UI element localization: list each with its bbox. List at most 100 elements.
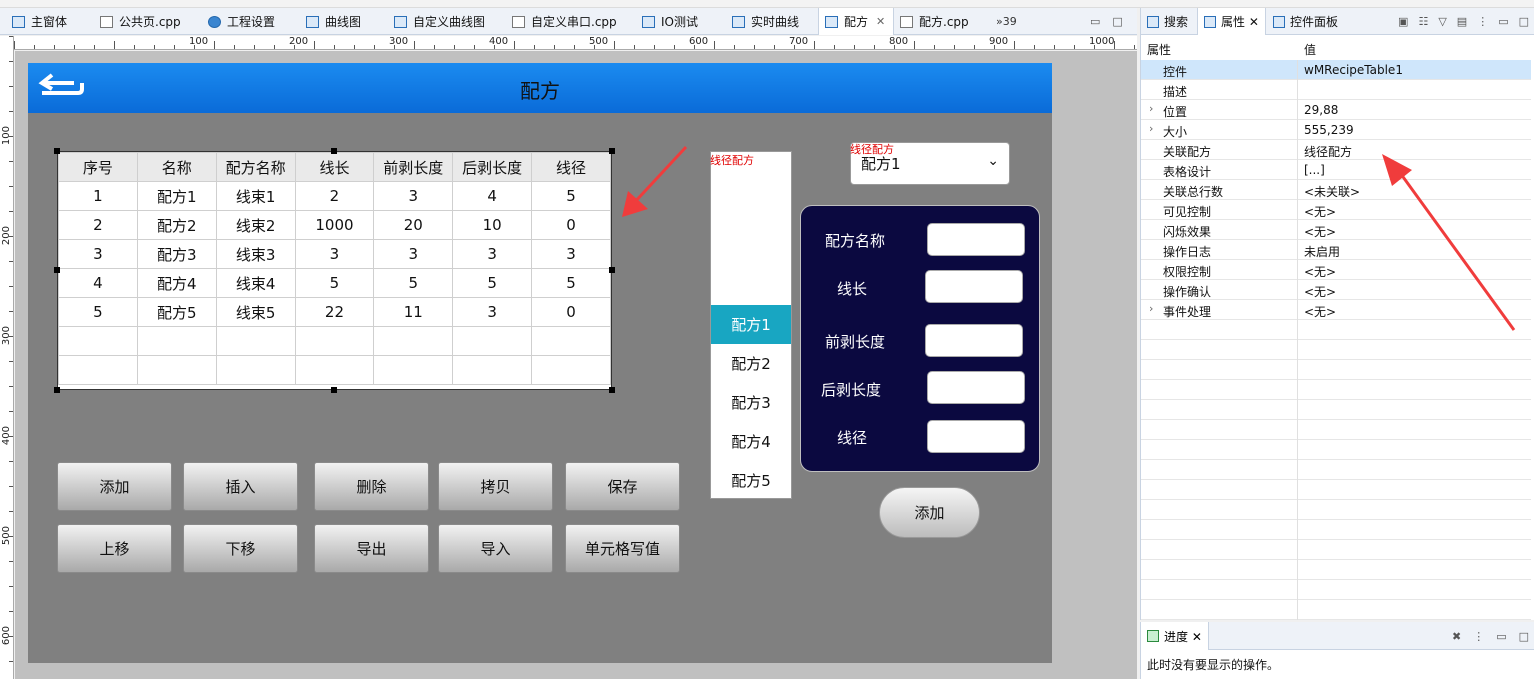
column-header[interactable]: 前剥长度 [373,152,454,182]
table-cell[interactable]: 10 [452,210,533,240]
table-cell[interactable] [136,326,217,356]
table-cell[interactable] [58,326,138,356]
property-value[interactable]: <无> [1304,303,1336,320]
property-row[interactable]: 控件 wMRecipeTable1 [1141,60,1531,80]
tab-progress[interactable]: 进度 ✕ [1141,622,1209,650]
buttons_row2-button-1[interactable]: 下移 [183,524,298,573]
table-cell[interactable]: 配方2 [136,210,217,240]
property-value[interactable]: 29,88 [1304,103,1338,117]
selection-handle[interactable] [54,387,60,393]
property-value[interactable]: 线径配方 [1304,143,1352,160]
tab-5[interactable]: 自定义串口.cpp [506,8,636,35]
property-value[interactable]: <无> [1304,203,1336,220]
rear-strip-field[interactable] [927,371,1025,404]
table-cell[interactable]: 1000 [294,210,375,240]
table-cell[interactable]: 3 [452,239,533,269]
property-row[interactable]: › 大小 555,239 [1141,120,1531,140]
table-cell[interactable]: 线束5 [215,297,296,327]
table-row[interactable]: 1 配方1 线束1 2 3 4 5 [58,181,611,211]
column-header[interactable]: 名称 [136,152,217,182]
table-cell[interactable] [215,355,296,385]
table-cell[interactable] [531,355,611,385]
property-value[interactable]: [...] [1304,163,1325,177]
table-cell[interactable] [452,326,533,356]
hmi-screen[interactable]: 配方 序号 名称 配方名称 线长 前剥长度 后剥长度 线径 1 配方1 线束1 2 3 4 5 2 配方2 线… [28,63,1052,663]
buttons_row2-button-4[interactable]: 单元格写值 [565,524,680,573]
property-row[interactable]: 描述 [1141,80,1531,100]
table-cell[interactable] [373,355,454,385]
menu-icon[interactable]: ⋮ [1473,630,1484,643]
property-value[interactable]: <无> [1304,223,1336,240]
remove-all-icon[interactable]: ✖ [1452,630,1461,643]
table-cell[interactable]: 3 [373,239,454,269]
maximize-icon[interactable]: □ [1519,630,1529,643]
selection-handle[interactable] [609,148,615,154]
table-cell[interactable]: 3 [452,297,533,327]
tab-4[interactable]: 自定义曲线图 [388,8,506,35]
table-row[interactable]: 2 配方2 线束2 1000 20 10 0 [58,210,611,240]
tab-properties[interactable]: 属性 ✕ [1197,8,1266,35]
selection-handle[interactable] [331,387,337,393]
table-cell[interactable] [294,355,375,385]
table-cell[interactable] [373,326,454,356]
table-cell[interactable]: 5 [531,181,611,211]
column-header[interactable]: 后剥长度 [452,152,533,182]
table-cell[interactable]: 3 [373,181,454,211]
table-cell[interactable]: 3 [531,239,611,269]
table-cell[interactable]: 4 [452,181,533,211]
tab-1[interactable]: 公共页.cpp [94,8,202,35]
recipe-name-field[interactable] [927,223,1025,256]
front-strip-field[interactable] [925,324,1023,357]
table-cell[interactable]: 配方1 [136,181,217,211]
selection-handle[interactable] [609,267,615,273]
table-cell[interactable]: 1 [58,181,138,211]
table-row[interactable] [58,326,611,356]
add-recipe-button[interactable]: 添加 [879,487,980,538]
tab-6[interactable]: IO测试 [636,8,726,35]
list-item[interactable]: 配方2 [711,344,791,383]
tab-2[interactable]: 工程设置 [202,8,300,35]
menu-icon[interactable]: ⋮ [1477,15,1488,28]
list-item[interactable]: 配方5 [711,461,791,500]
table-cell[interactable]: 2 [58,210,138,240]
buttons_row2-button-0[interactable]: 上移 [57,524,172,573]
table-cell[interactable]: 配方3 [136,239,217,269]
table-cell[interactable]: 0 [531,297,611,327]
table-cell[interactable] [136,355,217,385]
tab-9[interactable]: 配方.cpp [894,8,994,35]
table-cell[interactable]: 配方5 [136,297,217,327]
column-header[interactable]: 序号 [58,152,138,182]
table-cell[interactable] [58,355,138,385]
column-header[interactable]: 配方名称 [215,152,296,182]
tab-control-panel[interactable]: 控件面板 [1273,8,1338,35]
minimize-icon[interactable]: ▭ [1496,630,1506,643]
table-cell[interactable]: 4 [58,268,138,298]
tree-view-icon[interactable]: ☷ [1418,15,1428,28]
tab-0[interactable]: 主窗体 [6,8,94,35]
table-cell[interactable]: 5 [452,268,533,298]
recipe-table[interactable]: 序号 名称 配方名称 线长 前剥长度 后剥长度 线径 1 配方1 线束1 2 3 4 5 2 配方2 线束2 1… [57,151,612,390]
tab-8[interactable]: 配方 ✕ [818,8,894,35]
table-cell[interactable]: 5 [58,297,138,327]
selection-handle[interactable] [54,267,60,273]
buttons_row1-button-4[interactable]: 保存 [565,462,680,511]
selection-handle[interactable] [54,148,60,154]
column-header[interactable]: 线径 [531,152,611,182]
column-header[interactable]: 线长 [294,152,375,182]
recipe-list[interactable]: 配方1 配方2 配方3 配方4 配方5 [710,151,792,499]
table-cell[interactable]: 5 [531,268,611,298]
tab-7[interactable]: 实时曲线 [726,8,818,35]
list-item[interactable]: 配方4 [711,422,791,461]
buttons_row1-button-2[interactable]: 删除 [314,462,429,511]
list-item[interactable]: 配方1 [711,305,791,344]
buttons_row1-button-1[interactable]: 插入 [183,462,298,511]
table-cell[interactable]: 2 [294,181,375,211]
table-cell[interactable]: 22 [294,297,375,327]
wire-diameter-field[interactable] [927,420,1025,453]
recipe-table-grid[interactable]: 序号 名称 配方名称 线长 前剥长度 后剥长度 线径 1 配方1 线束1 2 3 4 5 2 配方2 线束2 1… [58,152,611,385]
buttons_row2-button-2[interactable]: 导出 [314,524,429,573]
table-cell[interactable] [294,326,375,356]
property-value[interactable]: <无> [1304,283,1336,300]
selection-handle[interactable] [331,148,337,154]
property-value[interactable]: <未关联> [1304,183,1360,200]
